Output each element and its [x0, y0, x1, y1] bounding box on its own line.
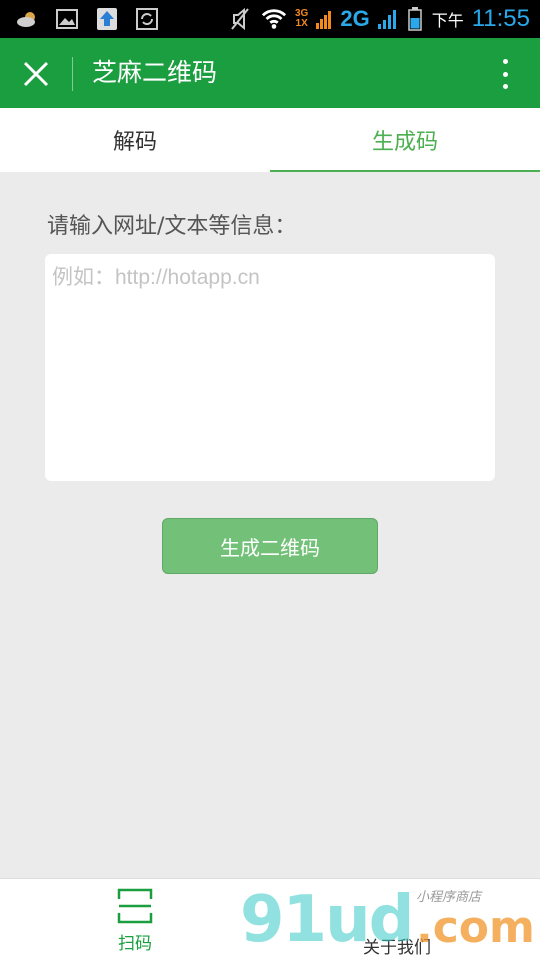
scan-frame-icon	[117, 888, 153, 924]
status-right: 3G 1X 2G 下午 11:55	[227, 2, 530, 36]
tab-generate[interactable]: 生成码	[270, 108, 540, 172]
image-icon	[54, 6, 80, 32]
bottom-nav: 扫码 关于我们	[0, 878, 540, 960]
nav-scan-label: 扫码	[118, 934, 152, 954]
network-type: 3G 1X	[295, 9, 308, 29]
more-menu-button[interactable]	[490, 54, 520, 94]
more-vertical-icon	[502, 59, 508, 64]
more-vertical-icon	[502, 71, 508, 77]
text-input[interactable]	[45, 254, 495, 481]
nav-about-label: 关于我们	[363, 938, 431, 958]
battery-icon	[406, 6, 424, 32]
status-left-icons	[14, 6, 160, 32]
upload-icon	[94, 6, 120, 32]
more-vertical-icon	[502, 84, 508, 89]
signal-icon	[316, 6, 332, 32]
clock: 11:55	[471, 5, 530, 32]
page-title: 芝麻二维码	[92, 58, 218, 87]
close-icon	[23, 61, 49, 87]
signal-bars-icon	[377, 6, 398, 32]
title-divider	[72, 57, 73, 91]
nav-about[interactable]: 关于我们	[357, 929, 437, 958]
network-2g: 2G	[340, 6, 370, 31]
status-bar: 3G 1X 2G 下午 11:55	[0, 0, 540, 38]
time-ampm: 下午	[431, 11, 464, 30]
generate-qr-button[interactable]: 生成二维码	[162, 518, 378, 574]
tab-decode[interactable]: 解码	[0, 108, 270, 172]
mute-icon	[227, 6, 253, 32]
close-button[interactable]	[12, 50, 60, 98]
network-1x: 1X	[295, 18, 308, 29]
title-bar: 芝麻二维码	[0, 38, 540, 108]
input-prompt-label: 请输入网址/文本等信息：	[47, 214, 297, 239]
tab-bar: 解码 生成码	[0, 108, 540, 172]
weather-cloud-icon	[14, 6, 40, 32]
sync-icon	[134, 6, 160, 32]
wifi-icon	[261, 6, 287, 32]
nav-scan[interactable]: 扫码	[95, 887, 175, 954]
